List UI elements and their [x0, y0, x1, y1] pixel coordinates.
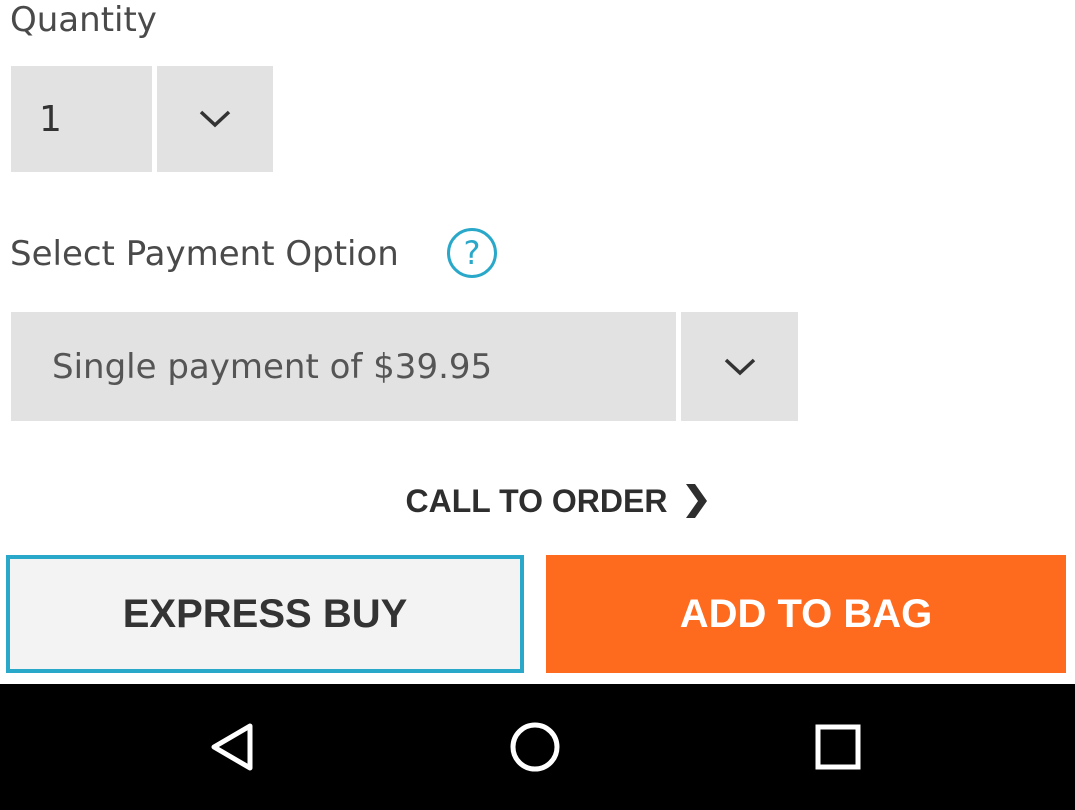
payment-option-select[interactable]: Single payment of $39.95 — [11, 312, 676, 421]
call-to-order-link[interactable]: CALL TO ORDER — [0, 478, 1075, 524]
back-triangle-icon — [211, 723, 253, 771]
payment-option-label: Select Payment Option — [10, 234, 399, 274]
chevron-down-icon — [724, 358, 755, 375]
add-to-bag-button[interactable]: ADD TO BAG — [546, 555, 1066, 673]
quantity-dropdown-toggle[interactable] — [157, 66, 273, 172]
call-to-order-label: CALL TO ORDER — [405, 482, 668, 519]
nav-home-button[interactable] — [475, 684, 595, 810]
nav-back-button[interactable] — [172, 684, 292, 810]
payment-dropdown-toggle[interactable] — [681, 312, 798, 421]
chevron-right-icon — [686, 484, 708, 518]
android-navigation-bar — [0, 684, 1075, 810]
question-icon[interactable]: ? — [447, 228, 497, 278]
home-circle-icon — [510, 722, 560, 772]
recents-square-icon — [815, 724, 861, 770]
express-buy-button[interactable]: EXPRESS BUY — [6, 555, 524, 673]
quantity-label: Quantity — [10, 0, 157, 40]
chevron-down-icon — [199, 110, 231, 128]
nav-recents-button[interactable] — [778, 684, 898, 810]
quantity-select[interactable]: 1 — [11, 66, 152, 172]
